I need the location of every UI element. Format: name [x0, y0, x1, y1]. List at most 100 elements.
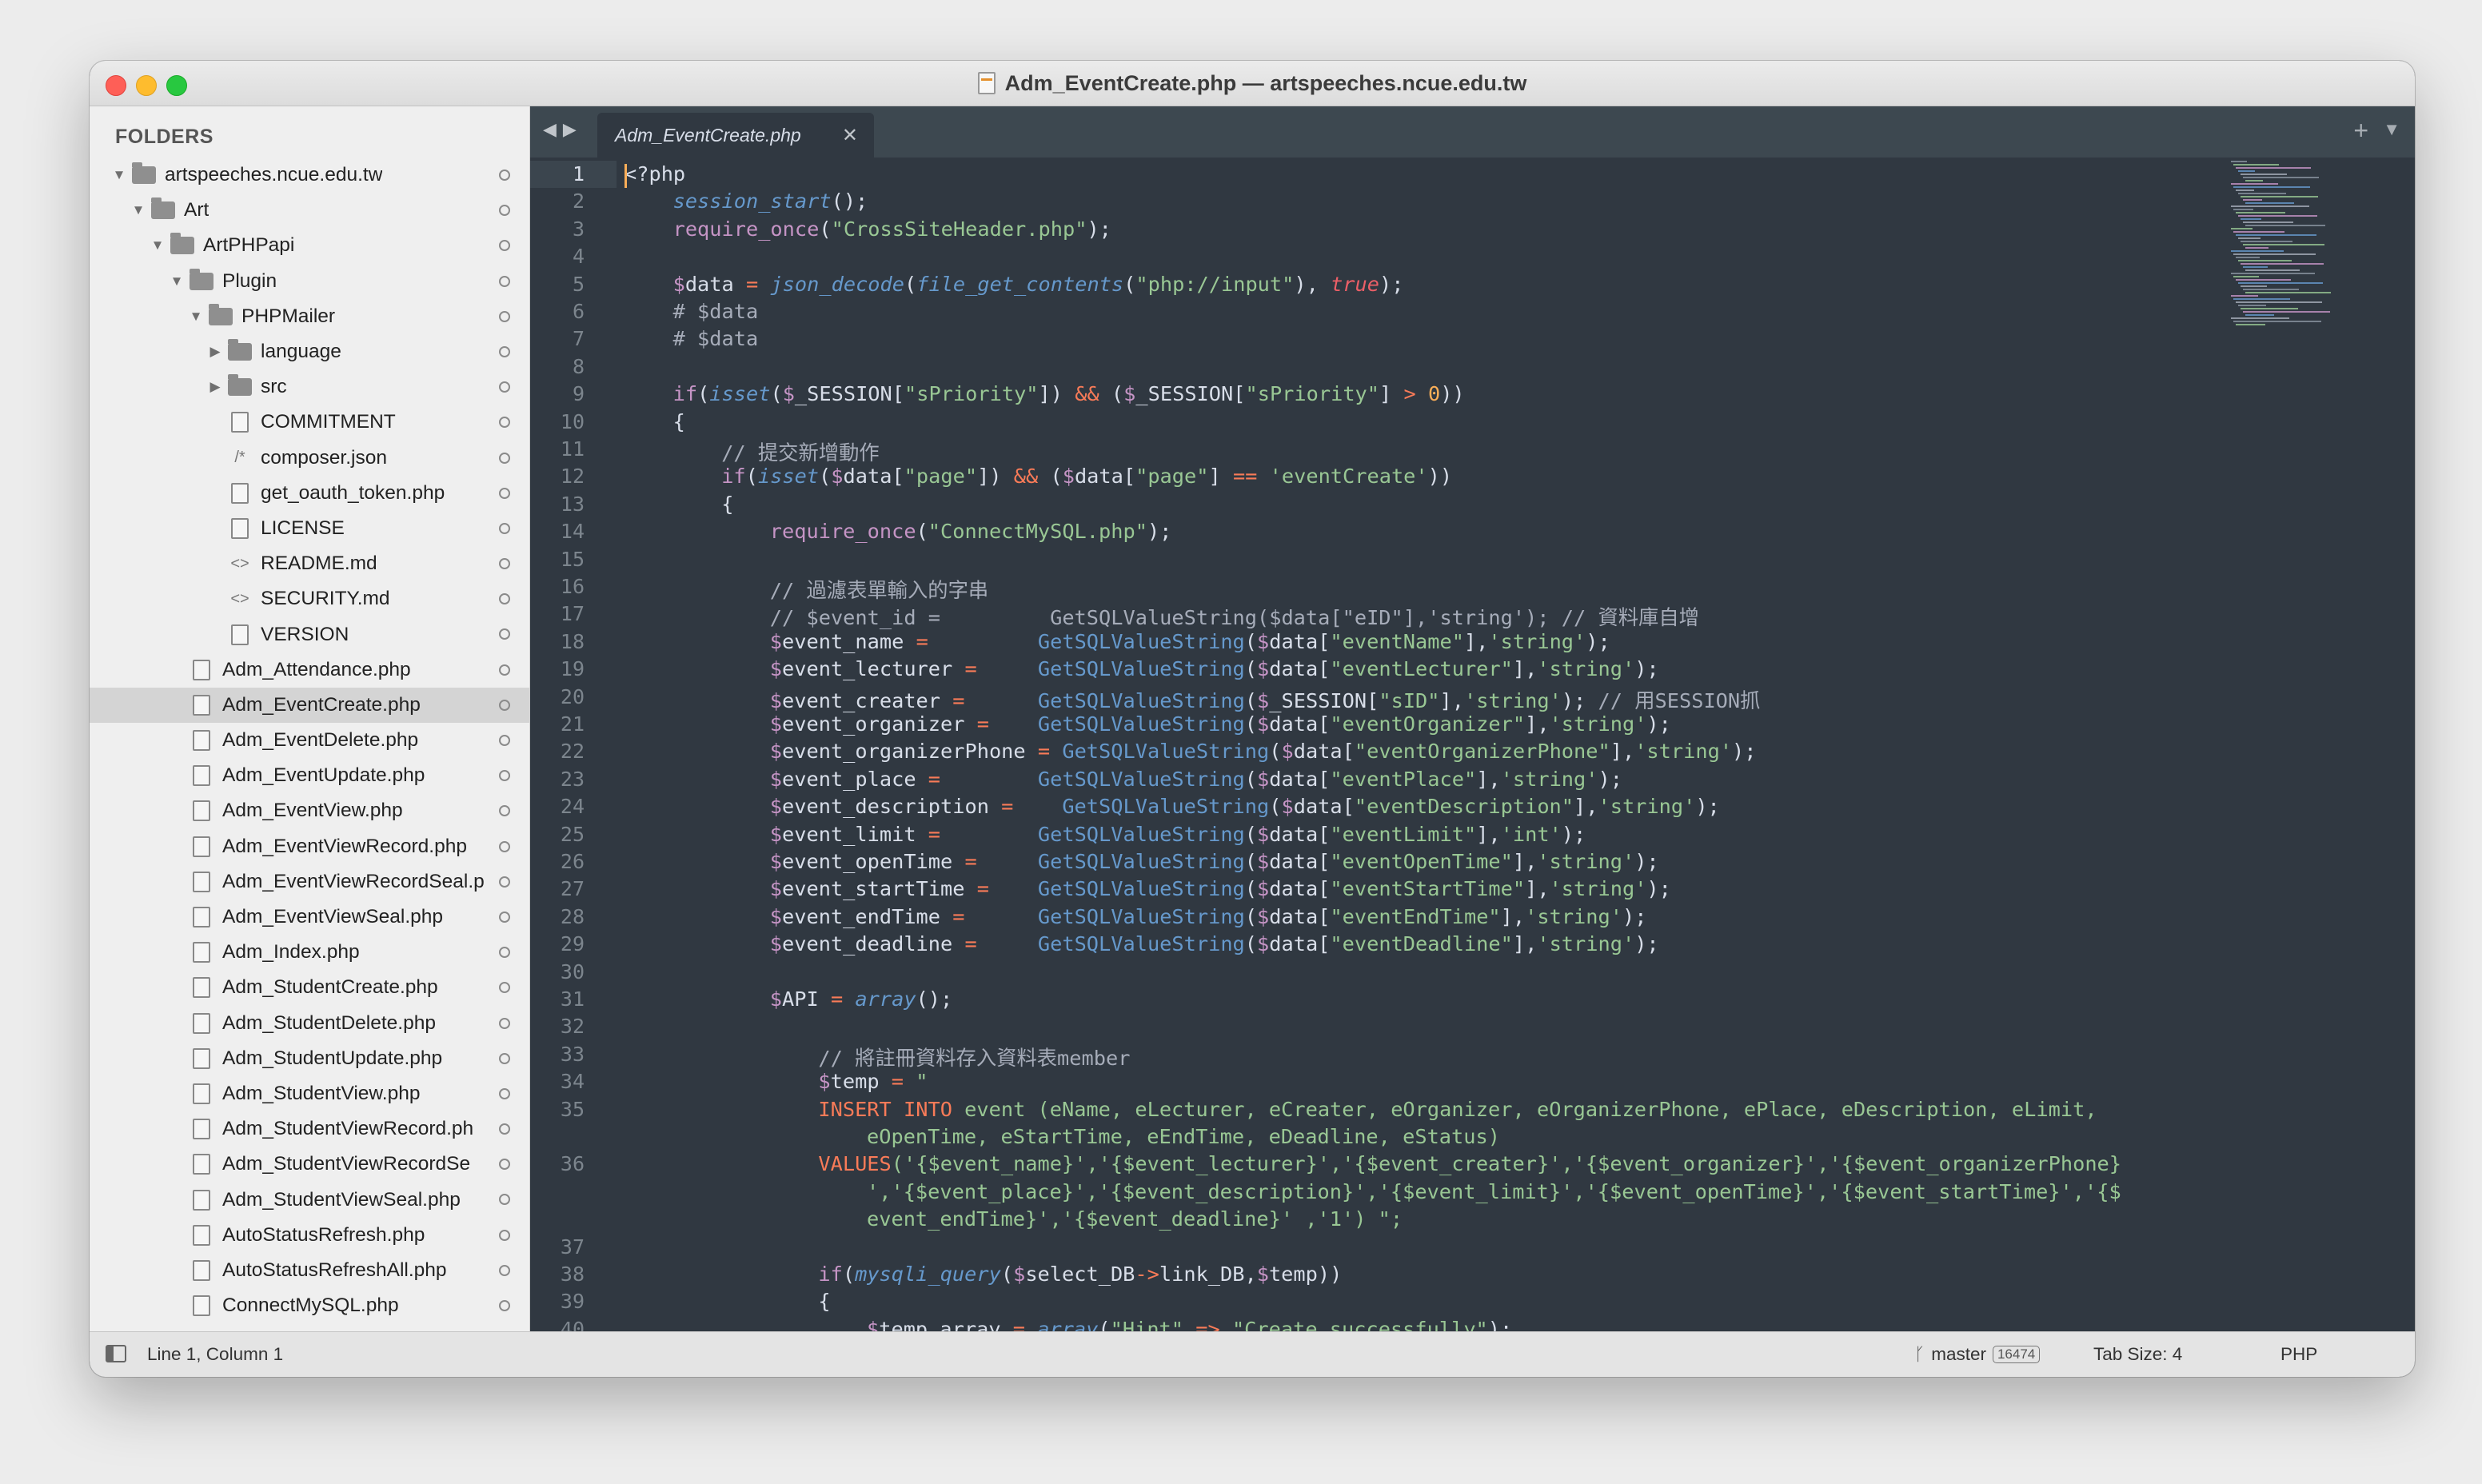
code-line[interactable]: $event_openTime = GetSQLValueString($dat…: [770, 850, 1659, 873]
code-line[interactable]: ','{$event_place}','{$event_description}…: [867, 1180, 2121, 1203]
tab-nav-arrows-icon[interactable]: ◀▶: [543, 119, 583, 140]
new-tab-plus-icon[interactable]: +: [2353, 116, 2368, 146]
code-line[interactable]: session_start();: [673, 189, 868, 213]
sidebar-item[interactable]: Adm_EventUpdate.php: [90, 758, 529, 793]
disclosure-right-icon[interactable]: ▶: [208, 344, 222, 360]
sidebar-item[interactable]: AutoStatusRefreshAll.php: [90, 1253, 529, 1288]
code-line[interactable]: $event_creater = GetSQLValueString($_SES…: [770, 685, 1761, 714]
sidebar-item[interactable]: Adm_StudentUpdate.php: [90, 1041, 529, 1076]
code-line[interactable]: // 提交新增動作: [721, 437, 879, 466]
code-token: ],: [1463, 629, 1489, 653]
code-line[interactable]: // $event_id = GetSQLValueString($data["…: [770, 602, 1699, 631]
sidebar-item[interactable]: ▼ Plugin: [90, 264, 529, 299]
disclosure-down-icon[interactable]: ▼: [150, 237, 165, 253]
code-line[interactable]: $temp_array = array("Hint" => "Create su…: [867, 1318, 1512, 1332]
code-line[interactable]: // 過濾表單輸入的字串: [770, 575, 988, 604]
sidebar-item[interactable]: AutoStatusRefresh.php: [90, 1218, 529, 1253]
file-status-circle-icon: [499, 417, 510, 429]
sidebar-item[interactable]: Adm_Attendance.php: [90, 652, 529, 688]
minimap[interactable]: [2226, 158, 2415, 349]
sidebar-item[interactable]: LICENSE: [90, 511, 529, 546]
code-line[interactable]: INSERT INTO event (eName, eLecturer, eCr…: [818, 1098, 2097, 1121]
sidebar-item[interactable]: Adm_EventViewRecordSeal.p: [90, 864, 529, 900]
code-line[interactable]: $API = array();: [770, 987, 952, 1011]
code-editor[interactable]: 1 2 3 4 5 6 7 8 9 10 11 12 13 14 15 16 17 18 19 20 21 22 23 24 2…: [530, 158, 2415, 1332]
sidebar-item[interactable]: Adm_StudentDelete.php: [90, 1006, 529, 1041]
sidebar-item[interactable]: Adm_EventView.php: [90, 793, 529, 828]
code-line[interactable]: event_endTime}','{$event_deadline}' ,'1'…: [867, 1207, 1403, 1231]
code-line[interactable]: {: [673, 410, 685, 433]
file-icon: [189, 694, 214, 716]
file-status-circle-icon: [499, 1159, 510, 1171]
minimap-line: [2238, 282, 2323, 284]
cursor-position[interactable]: Line 1, Column 1: [147, 1344, 283, 1365]
code-token: data[: [1269, 850, 1331, 873]
code-line[interactable]: $temp = ": [818, 1070, 928, 1093]
code-area[interactable]: <?php session_start(); require_once("Cross…: [530, 158, 2415, 1332]
code-line[interactable]: $event_lecturer = GetSQLValueString($dat…: [770, 657, 1659, 680]
sidebar-item[interactable]: ▼ artspeeches.ncue.edu.tw: [90, 158, 529, 193]
sidebar-item[interactable]: Adm_Index.php: [90, 935, 529, 970]
sidebar-item[interactable]: ▶ src: [90, 369, 529, 405]
code-line[interactable]: {: [818, 1290, 830, 1313]
sidebar-item[interactable]: Adm_EventCreate.php: [90, 687, 529, 723]
tab-size-selector[interactable]: Tab Size: 4: [2093, 1344, 2182, 1365]
sidebar-item[interactable]: VERSION: [90, 616, 529, 652]
code-line[interactable]: if(mysqli_query($select_DB->link_DB,$tem…: [818, 1263, 1342, 1286]
sidebar-item-label: get_oauth_token.php: [261, 481, 445, 504]
syntax-selector[interactable]: PHP: [2280, 1344, 2317, 1365]
code-line[interactable]: $data = json_decode(file_get_contents("p…: [673, 273, 1404, 296]
sidebar-item[interactable]: Adm_StudentViewRecordSe: [90, 1147, 529, 1182]
code-line[interactable]: $event_description = GetSQLValueString($…: [770, 795, 1720, 818]
code-line[interactable]: # $data: [673, 300, 759, 323]
code-line[interactable]: $event_name = GetSQLValueString($data["e…: [770, 630, 1610, 653]
git-branch[interactable]: ᚴ master 16474: [1914, 1344, 2041, 1365]
code-line[interactable]: {: [721, 493, 733, 516]
code-line[interactable]: $event_limit = GetSQLValueString($data["…: [770, 823, 1586, 846]
tab-adm-eventcreate[interactable]: Adm_EventCreate.php ✕: [597, 113, 874, 158]
code-token: &&: [1013, 465, 1039, 489]
code-token: );: [1379, 272, 1404, 296]
sidebar-item[interactable]: Adm_StudentViewRecord.ph: [90, 1111, 529, 1147]
sidebar-item[interactable]: <> README.md: [90, 546, 529, 581]
code-line[interactable]: VALUES('{$event_name}','{$event_lecturer…: [818, 1152, 2121, 1175]
code-line[interactable]: $event_organizerPhone = GetSQLValueStrin…: [770, 740, 1757, 763]
sidebar-item[interactable]: Adm_EventViewSeal.php: [90, 900, 529, 935]
disclosure-right-icon[interactable]: ▶: [208, 379, 222, 395]
tab-menu-chevron-down-icon[interactable]: ▼: [2383, 119, 2400, 140]
disclosure-down-icon[interactable]: ▼: [131, 202, 146, 218]
sidebar-item[interactable]: ▶ language: [90, 334, 529, 369]
code-token: _SESSION[: [1269, 688, 1379, 712]
sidebar-item[interactable]: ▼ PHPMailer: [90, 299, 529, 334]
sidebar-item[interactable]: ConnectMySQL.php: [90, 1288, 529, 1323]
sidebar-item[interactable]: ▼ ArtPHPapi: [90, 228, 529, 263]
sidebar-item[interactable]: Adm_EventViewRecord.php: [90, 829, 529, 864]
sidebar-item[interactable]: Adm_EventDelete.php: [90, 723, 529, 758]
code-line[interactable]: $event_place = GetSQLValueString($data["…: [770, 768, 1622, 791]
sidebar-item[interactable]: ▼ Art: [90, 193, 529, 228]
disclosure-down-icon[interactable]: ▼: [189, 309, 203, 325]
sidebar-item[interactable]: Adm_StudentCreate.php: [90, 970, 529, 1005]
code-line[interactable]: $event_startTime = GetSQLValueString($da…: [770, 877, 1671, 900]
sidebar-item[interactable]: get_oauth_token.php: [90, 476, 529, 511]
code-line[interactable]: # $data: [673, 327, 759, 350]
code-line[interactable]: <?php: [624, 162, 685, 186]
code-line[interactable]: $event_organizer = GetSQLValueString($da…: [770, 712, 1671, 736]
sidebar-item[interactable]: Adm_StudentView.php: [90, 1076, 529, 1111]
disclosure-down-icon[interactable]: ▼: [112, 167, 126, 183]
disclosure-down-icon[interactable]: ▼: [170, 273, 184, 289]
sidebar-toggle-icon[interactable]: [106, 1345, 126, 1362]
tab-close-icon[interactable]: ✕: [842, 124, 858, 147]
code-line[interactable]: // 將註冊資料存入資料表member: [818, 1043, 1130, 1071]
sidebar-item[interactable]: <> SECURITY.md: [90, 581, 529, 616]
code-line[interactable]: require_once("ConnectMySQL.php");: [770, 520, 1172, 543]
code-line[interactable]: require_once("CrossSiteHeader.php");: [673, 217, 1111, 241]
sidebar-item[interactable]: Adm_StudentViewSeal.php: [90, 1182, 529, 1217]
code-line[interactable]: if(isset($_SESSION["sPriority"]) && ($_S…: [673, 382, 1465, 405]
code-line[interactable]: $event_deadline = GetSQLValueString($dat…: [770, 932, 1659, 955]
sidebar-item[interactable]: /* composer.json: [90, 441, 529, 476]
code-line[interactable]: $event_endTime = GetSQLValueString($data…: [770, 905, 1647, 928]
code-line[interactable]: eOpenTime, eStartTime, eEndTime, eDeadli…: [867, 1125, 1500, 1148]
sidebar-item[interactable]: COMMITMENT: [90, 405, 529, 440]
code-line[interactable]: if(isset($data["page"]) && ($data["page"…: [721, 465, 1452, 488]
